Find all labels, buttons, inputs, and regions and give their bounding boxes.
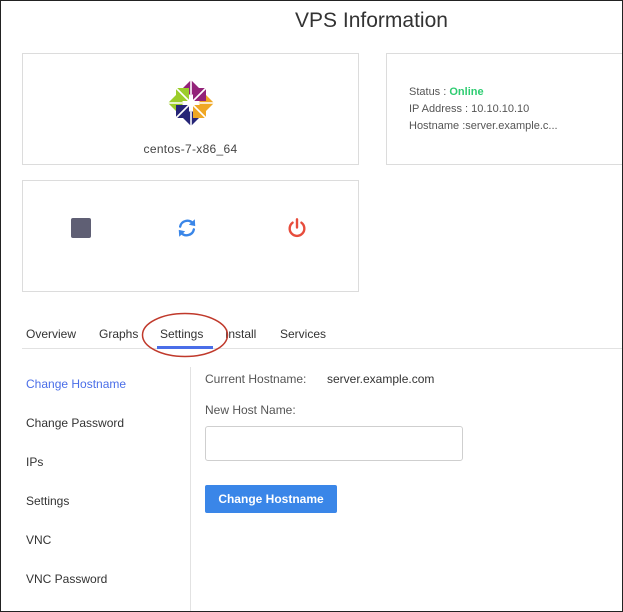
os-name: centos-7-x86_64 xyxy=(143,142,238,156)
power-icon xyxy=(288,218,306,237)
hostname-label: Hostname : xyxy=(409,120,466,132)
hostname-row: Hostname :server.example.c... xyxy=(409,118,558,135)
status-value: Online xyxy=(449,86,484,98)
centos-logo-icon xyxy=(168,80,214,126)
ip-value: 10.10.10.10 xyxy=(471,103,530,115)
sidebar-item-vnc[interactable]: VNC xyxy=(26,533,51,547)
restart-button[interactable] xyxy=(176,217,198,239)
current-hostname-value: server.example.com xyxy=(327,372,435,386)
new-hostname-input[interactable] xyxy=(205,426,463,461)
new-hostname-label: New Host Name: xyxy=(205,403,296,417)
sidebar-item-change-password[interactable]: Change Password xyxy=(26,416,124,430)
os-card: centos-7-x86_64 xyxy=(22,53,359,165)
sidebar-divider xyxy=(190,367,191,611)
stop-button[interactable] xyxy=(70,217,92,239)
sidebar-item-change-hostname[interactable]: Change Hostname xyxy=(26,377,126,391)
sidebar-item-settings[interactable]: Settings xyxy=(26,494,69,508)
status-row: Status : Online xyxy=(409,84,558,101)
app-window: VPS Information centos-7-x86_64 Status :… xyxy=(0,0,623,612)
status-label: Status : xyxy=(409,86,450,98)
change-hostname-button[interactable]: Change Hostname xyxy=(205,485,337,513)
restart-icon xyxy=(178,219,196,237)
page-title: VPS Information xyxy=(295,9,448,32)
current-hostname-label: Current Hostname: xyxy=(205,372,307,386)
tab-graphs[interactable]: Graphs xyxy=(99,327,138,341)
info-lines: Status : Online IP Address : 10.10.10.10… xyxy=(409,84,558,135)
ip-label: IP Address : xyxy=(409,103,472,115)
tab-overview[interactable]: Overview xyxy=(26,327,76,341)
hostname-value: server.example.c... xyxy=(465,120,558,132)
tabs-divider xyxy=(22,348,622,349)
power-button[interactable] xyxy=(286,217,308,239)
info-card: Status : Online IP Address : 10.10.10.10… xyxy=(386,53,622,165)
sidebar-item-vnc-password[interactable]: VNC Password xyxy=(26,572,107,586)
annotation-circle xyxy=(141,312,229,358)
tab-install[interactable]: Install xyxy=(225,327,256,341)
sidebar-item-ips[interactable]: IPs xyxy=(26,455,43,469)
stop-square-icon xyxy=(71,218,91,238)
controls-card xyxy=(22,180,359,292)
ip-row: IP Address : 10.10.10.10 xyxy=(409,101,558,118)
tab-services[interactable]: Services xyxy=(280,327,326,341)
